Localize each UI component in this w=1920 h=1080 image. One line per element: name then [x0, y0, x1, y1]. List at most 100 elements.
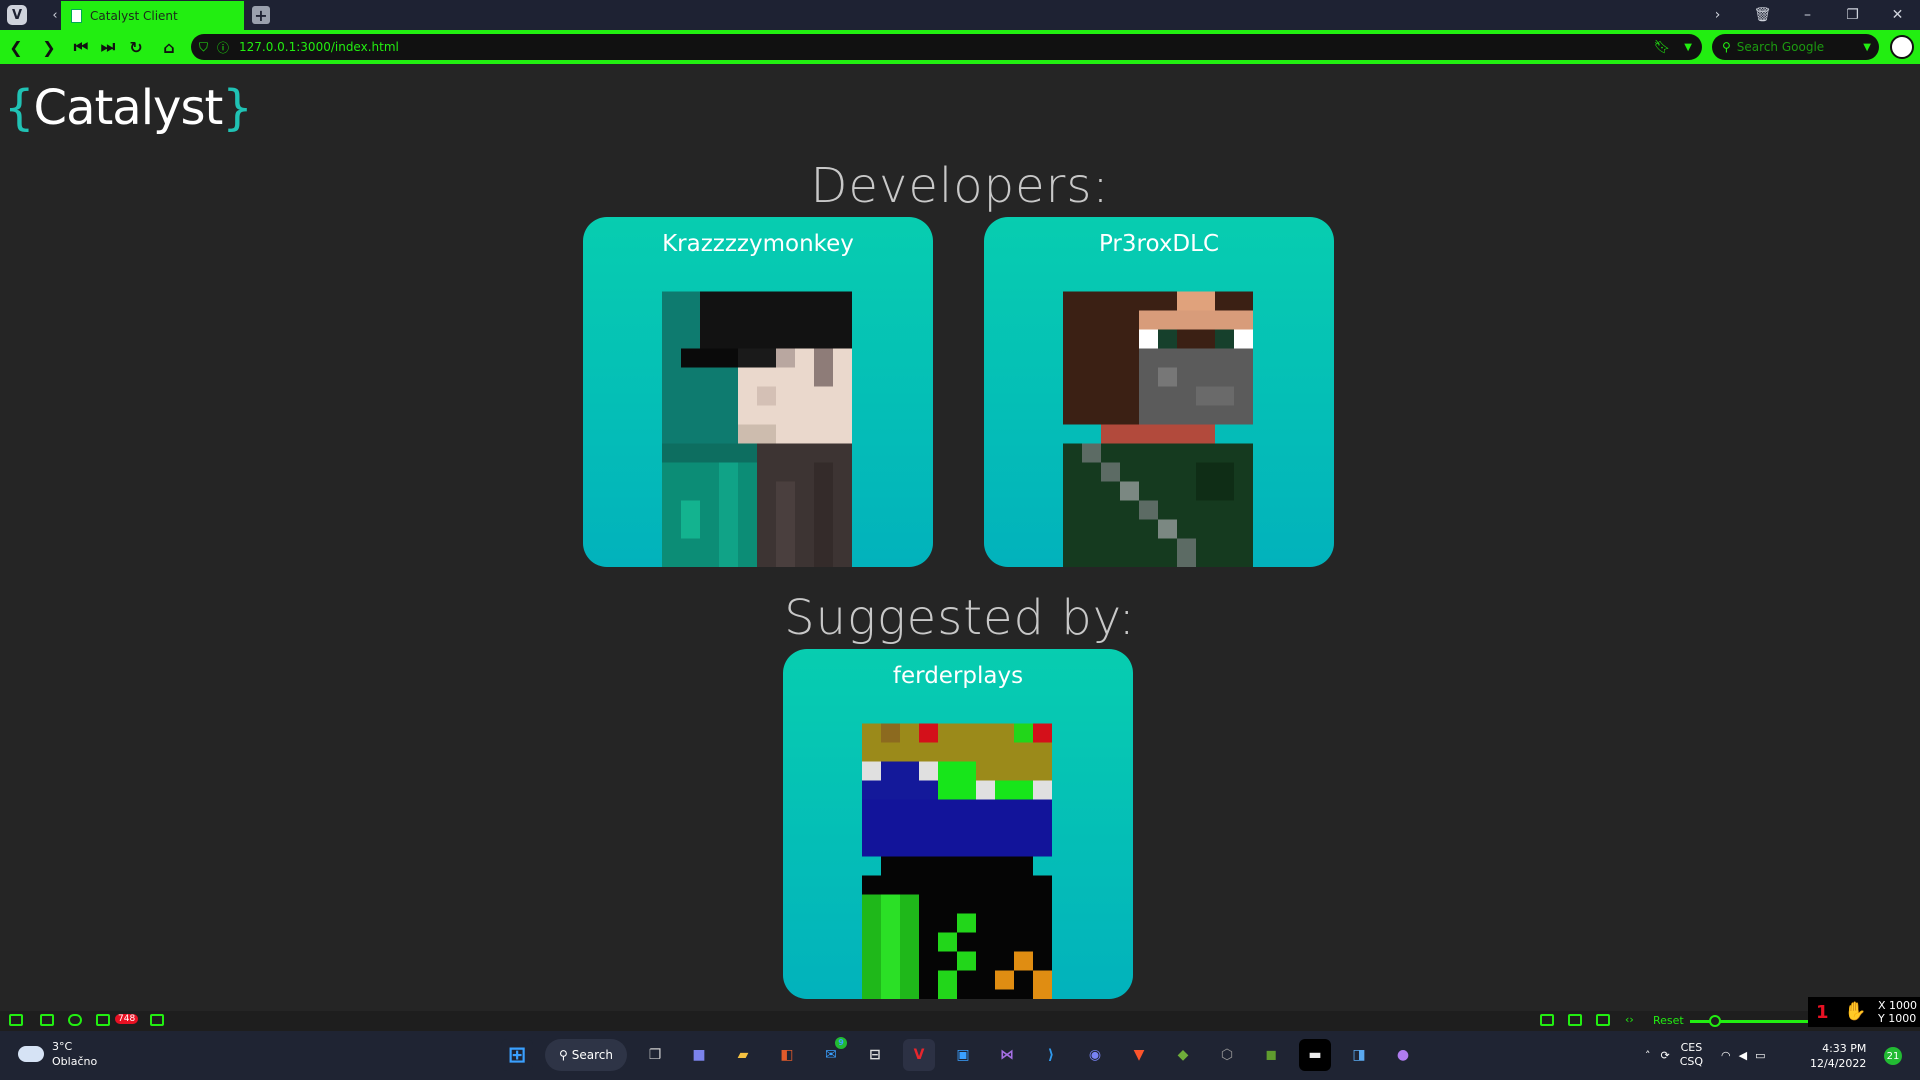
- minimize-icon[interactable]: –: [1785, 7, 1830, 23]
- address-bar[interactable]: ⛉ ⓘ 127.0.0.1:3000/index.html 🔖︎ ▼: [191, 34, 1702, 60]
- start-icon[interactable]: ⊞: [501, 1039, 533, 1071]
- clock[interactable]: 4:33 PM 12/4/2022: [1810, 1041, 1866, 1071]
- system-tray: ˄ ⟳ CES CSQ ◠ ◀ ▭: [1645, 1041, 1766, 1069]
- vscode-icon[interactable]: ⟩: [1035, 1039, 1067, 1071]
- microsoft-store-icon[interactable]: ⊟: [859, 1039, 891, 1071]
- forward-icon[interactable]: ❯: [38, 36, 60, 58]
- logo-brace-close: }: [222, 80, 253, 136]
- cursor-coordinates: X 1000 Y 1000: [1873, 997, 1920, 1027]
- window-icon[interactable]: [1568, 1014, 1582, 1026]
- terminal-icon[interactable]: ▬: [1299, 1039, 1331, 1071]
- mail-app-badge: 9: [835, 1037, 847, 1049]
- task-view-icon[interactable]: ❐: [639, 1039, 671, 1071]
- minecraft-skin-avatar: [1063, 291, 1253, 567]
- taskbar-search-label: Search: [571, 1048, 614, 1062]
- clock-time: 4:33 PM: [1822, 1042, 1867, 1055]
- discord-icon[interactable]: ◉: [1079, 1039, 1111, 1071]
- developers-heading: Developers:: [810, 158, 1110, 214]
- vivaldi-menu-icon[interactable]: V: [7, 5, 27, 25]
- calendar-icon[interactable]: [150, 1014, 164, 1026]
- sync-icon[interactable]: ⟳: [1661, 1049, 1670, 1062]
- catalyst-logo: {Catalyst}: [4, 80, 253, 136]
- overlay-hand-icon[interactable]: ✋: [1844, 1001, 1866, 1022]
- developer-card-2[interactable]: Pr3roxDLC: [984, 217, 1334, 567]
- tab-bar: V ‹ Catalyst Client + › 🗑 – ❐ ✕: [0, 0, 1920, 30]
- suggester-card[interactable]: ferderplays: [783, 649, 1133, 999]
- rewind-icon[interactable]: ⏮: [70, 36, 92, 58]
- page-actions-icon[interactable]: ‹›: [1625, 1013, 1634, 1026]
- file-explorer-icon[interactable]: ▰: [727, 1039, 759, 1071]
- minecraft-launcher-icon[interactable]: ◆: [1167, 1039, 1199, 1071]
- close-icon[interactable]: ✕: [1875, 7, 1920, 23]
- wifi-icon[interactable]: ◠: [1721, 1049, 1731, 1062]
- search-placeholder: Search Google: [1736, 40, 1825, 54]
- capture-icon[interactable]: [1540, 1014, 1554, 1026]
- search-engine-dropdown-icon[interactable]: ▼: [1863, 42, 1871, 53]
- weather-desc: Oblačno: [52, 1055, 98, 1068]
- reload-icon[interactable]: ↻: [125, 36, 147, 58]
- y-readout: Y 1000: [1878, 1012, 1917, 1025]
- window-app-icon[interactable]: ◨: [1343, 1039, 1375, 1071]
- zoom-slider-thumb[interactable]: [1709, 1015, 1721, 1027]
- taskbar-apps: ⊞ ⚲ Search ❐ ■ ▰ ◧ ✉ 9 ⊟ V ▣ ⋈ ⟩ ◉ ▼ ◆ ⬡ …: [495, 1037, 1425, 1071]
- weather-widget[interactable]: 3°C Oblačno: [18, 1039, 97, 1069]
- windows-taskbar: 3°C Oblačno ⊞ ⚲ Search ❐ ■ ▰ ◧ ✉ 9 ⊟ V ▣ …: [0, 1031, 1920, 1080]
- restore-icon[interactable]: ❐: [1830, 7, 1875, 23]
- weather-temp: 3°C: [52, 1040, 73, 1053]
- tiling-icon[interactable]: [40, 1014, 54, 1026]
- address-toolbar: ❮ ❯ ⏮ ⏭ ↻ ⌂ ⛉ ⓘ 127.0.0.1:3000/index.htm…: [0, 30, 1920, 64]
- blue-app-icon[interactable]: ▣: [947, 1039, 979, 1071]
- tab-forward-icon[interactable]: ›: [1695, 7, 1740, 23]
- language-indicator[interactable]: CES CSQ: [1680, 1041, 1703, 1069]
- minecraft-skin-avatar: [862, 723, 1052, 999]
- url-text[interactable]: 127.0.0.1:3000/index.html: [239, 40, 399, 54]
- bookmark-icon[interactable]: 🔖︎: [1653, 40, 1670, 55]
- logo-text: Catalyst: [33, 80, 224, 136]
- zoom-slider[interactable]: [1690, 1020, 1810, 1023]
- back-icon[interactable]: ❮: [5, 36, 27, 58]
- home-icon[interactable]: ⌂: [158, 36, 180, 58]
- notification-badge[interactable]: 21: [1884, 1047, 1902, 1065]
- info-icon[interactable]: ⓘ: [217, 39, 229, 56]
- image-icon[interactable]: [1596, 1014, 1610, 1026]
- teams-chat-icon[interactable]: ■: [683, 1039, 715, 1071]
- gray-app-icon[interactable]: ⬡: [1211, 1039, 1243, 1071]
- shield-icon[interactable]: ⛉: [199, 40, 208, 55]
- brave-icon[interactable]: ▼: [1123, 1039, 1155, 1071]
- minecraft-skin-avatar: [662, 291, 852, 567]
- mail-count-badge: 748: [115, 1014, 139, 1024]
- github-icon[interactable]: ●: [1387, 1039, 1419, 1071]
- overlay-app-icon[interactable]: 1: [1816, 1002, 1829, 1023]
- volume-icon[interactable]: ◀: [1739, 1049, 1747, 1062]
- zoom-reset-button[interactable]: Reset: [1653, 1014, 1684, 1027]
- profile-avatar[interactable]: [1890, 35, 1914, 59]
- cloud-sync-icon[interactable]: [68, 1014, 82, 1026]
- minecraft-icon[interactable]: ◼: [1255, 1039, 1287, 1071]
- clock-date: 12/4/2022: [1810, 1057, 1867, 1070]
- battery-icon[interactable]: ▭: [1755, 1049, 1765, 1062]
- mail-icon[interactable]: [96, 1014, 110, 1026]
- browser-status-bar: 748 ‹› Reset: [0, 1011, 1920, 1031]
- chevron-down-icon[interactable]: ▼: [1684, 42, 1692, 53]
- page-favicon-icon: [71, 8, 82, 23]
- search-icon: ⚲: [1722, 40, 1731, 54]
- window-controls: › 🗑 – ❐ ✕: [1695, 0, 1920, 30]
- developer-name: Pr3roxDLC: [1098, 231, 1220, 257]
- mail-app-icon[interactable]: ✉ 9: [815, 1037, 847, 1071]
- trash-icon[interactable]: 🗑: [1740, 7, 1785, 23]
- lang-top: CES: [1680, 1041, 1703, 1054]
- tray-chevron-up-icon[interactable]: ˄: [1645, 1049, 1651, 1062]
- panel-toggle-icon[interactable]: [9, 1014, 23, 1026]
- new-tab-button[interactable]: +: [252, 6, 270, 25]
- store-apps-icon[interactable]: ◧: [771, 1039, 803, 1071]
- developer-card-1[interactable]: Krazzzzymonkey: [583, 217, 933, 567]
- tab-active[interactable]: Catalyst Client: [61, 1, 244, 30]
- visual-studio-icon[interactable]: ⋈: [991, 1039, 1023, 1071]
- developer-name: Krazzzzymonkey: [662, 231, 854, 257]
- logo-brace-open: {: [4, 80, 35, 136]
- tab-title: Catalyst Client: [90, 8, 178, 23]
- fast-forward-icon[interactable]: ⏭: [97, 36, 119, 58]
- vivaldi-taskbar-icon[interactable]: V: [903, 1039, 935, 1071]
- search-field[interactable]: ⚲ Search Google ▼: [1712, 34, 1879, 60]
- taskbar-search-button[interactable]: ⚲ Search: [545, 1039, 627, 1071]
